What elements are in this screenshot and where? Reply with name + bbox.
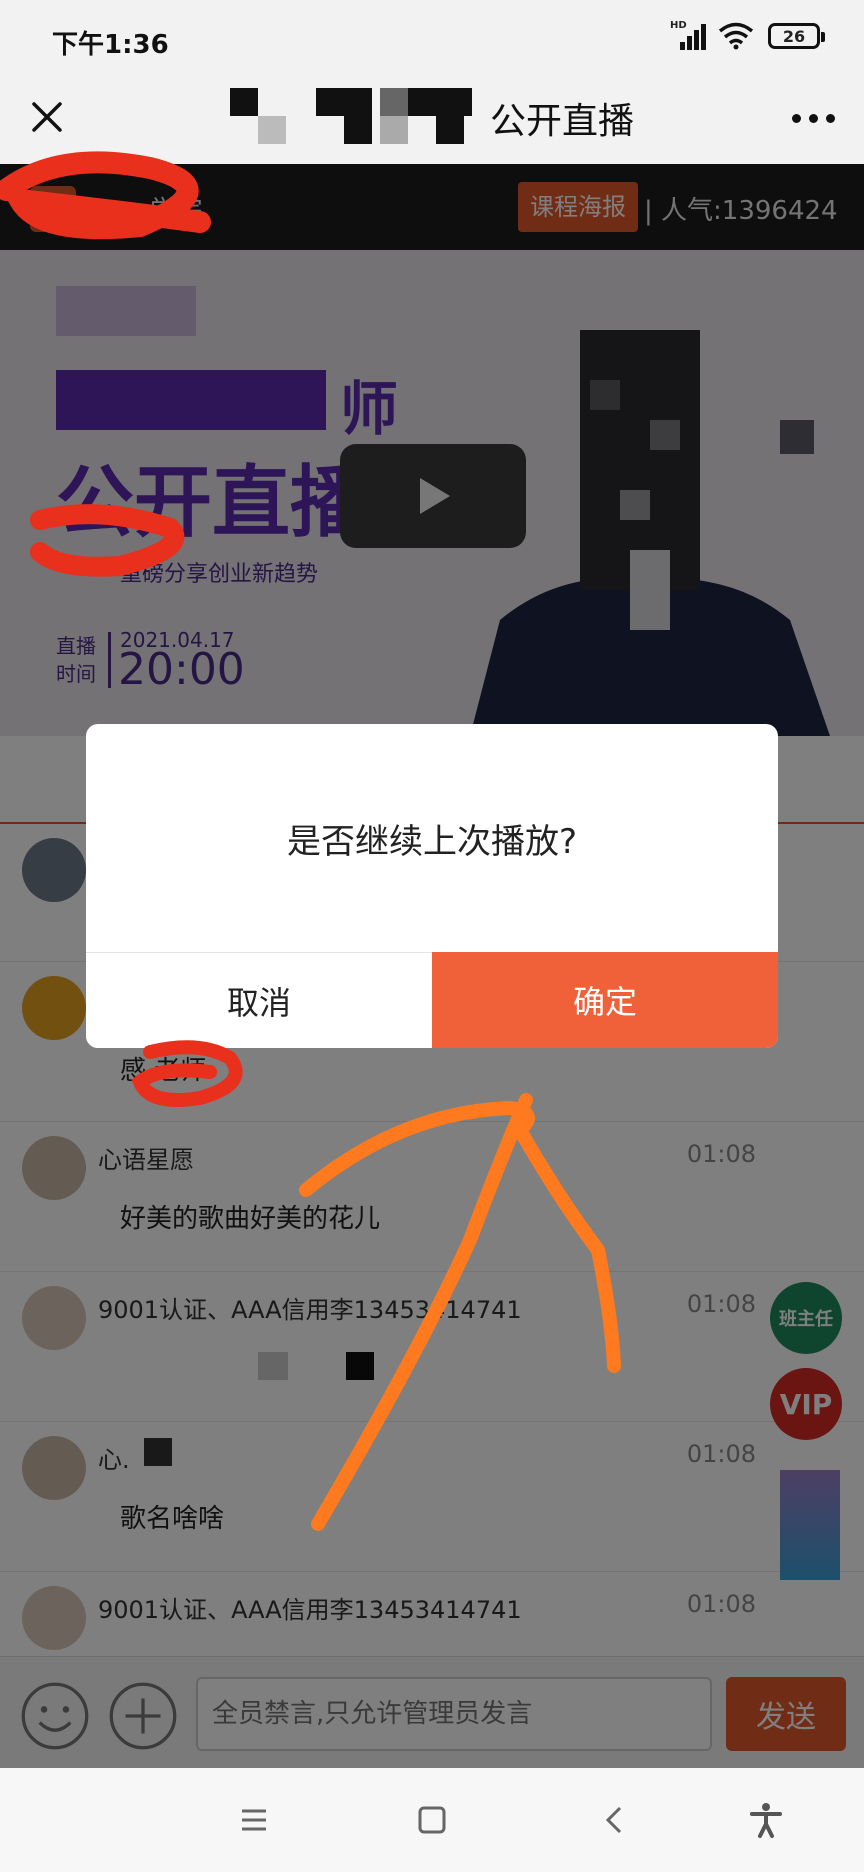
accessibility-icon[interactable]	[746, 1800, 786, 1840]
back-icon[interactable]	[596, 1800, 636, 1840]
confirm-button[interactable]: 确定	[432, 952, 778, 1048]
more-options-button[interactable]	[788, 98, 838, 138]
system-navigation-bar	[0, 1768, 864, 1872]
menu-icon[interactable]	[234, 1800, 274, 1840]
signal-hd-label: HD	[670, 20, 687, 31]
battery-icon: 26	[768, 23, 825, 49]
dialog-message: 是否继续上次播放?	[286, 821, 578, 862]
cancel-button[interactable]: 取消	[86, 952, 432, 1048]
wifi-icon	[718, 22, 754, 50]
page-title: 公开直播	[490, 101, 635, 142]
status-time: 下午1:36	[52, 30, 169, 60]
status-bar: 下午1:36 HD 26	[0, 0, 864, 72]
redacted-title-mosaic	[230, 88, 480, 154]
home-icon[interactable]	[412, 1800, 452, 1840]
status-icons: HD 26	[670, 20, 825, 50]
close-icon[interactable]	[22, 92, 72, 142]
signal-icon: HD	[670, 20, 706, 50]
title-bar: 公开直播	[0, 72, 864, 164]
resume-playback-dialog: 是否继续上次播放? 取消 确定	[86, 724, 778, 1048]
